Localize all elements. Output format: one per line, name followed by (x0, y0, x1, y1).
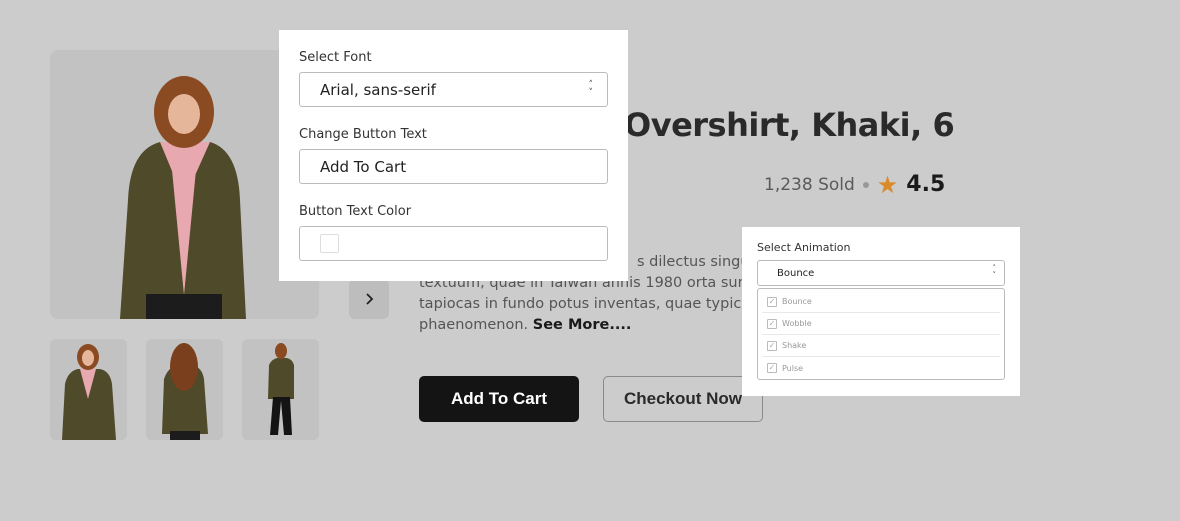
button-color-label: Button Text Color (299, 204, 412, 219)
animation-select[interactable]: Bounce ˄ ˅ (757, 260, 1005, 286)
font-select-value: Arial, sans-serif (320, 80, 436, 99)
select-animation-label: Select Animation (757, 241, 851, 254)
add-to-cart-button[interactable]: Add To Cart (419, 376, 579, 422)
separator-dot (862, 181, 869, 188)
description-line-text: phaenomenon. (419, 317, 529, 333)
check-icon: ✓ (767, 363, 777, 373)
button-text-input[interactable]: Add To Cart (299, 149, 608, 184)
select-font-label: Select Font (299, 50, 372, 65)
font-select[interactable]: Arial, sans-serif ˄ ˅ (299, 72, 608, 107)
thumbnail-photo (146, 339, 223, 440)
checkout-now-button[interactable]: Checkout Now (603, 376, 763, 422)
animation-options-list: ✓ Bounce ✓ Wobble ✓ Shake ✓ Pulse (757, 288, 1005, 380)
sold-rating-row: 1,238 Sold ★ 4.5 (764, 172, 945, 197)
button-color-input[interactable] (299, 226, 608, 261)
animation-panel: Select Animation Bounce ˄ ˅ ✓ Bounce ✓ Wo… (742, 227, 1020, 396)
thumbnail-3[interactable] (242, 339, 319, 440)
sold-count: 1,238 Sold (764, 174, 855, 195)
spinner-icon: ˄ ˅ (992, 264, 997, 279)
check-icon: ✓ (767, 340, 777, 351)
thumbnail-photo (242, 339, 319, 440)
description-line: tapiocas in fundo potus inventas, quae t… (419, 296, 779, 312)
button-text-value: Add To Cart (320, 157, 407, 176)
animation-option-label: Bounce (782, 297, 812, 306)
rating-value: 4.5 (906, 172, 946, 197)
color-swatch[interactable] (320, 234, 339, 253)
star-icon: ★ (876, 170, 899, 199)
thumbnail-2[interactable] (146, 339, 223, 440)
animation-option[interactable]: ✓ Wobble (762, 313, 1000, 335)
button-text-label: Change Button Text (299, 127, 427, 142)
gallery-next-button[interactable] (349, 279, 389, 319)
animation-option[interactable]: ✓ Shake (762, 335, 1000, 357)
chevron-right-icon (366, 293, 374, 305)
product-title: Overshirt, Khaki, 6 (624, 106, 955, 144)
check-icon: ✓ (767, 296, 777, 307)
animation-option-label: Shake (782, 341, 807, 350)
animation-option[interactable]: ✓ Bounce (762, 291, 1000, 313)
animation-select-value: Bounce (777, 267, 815, 279)
check-icon: ✓ (767, 318, 777, 329)
animation-option[interactable]: ✓ Pulse (762, 357, 1000, 379)
spinner-icon: ˄ ˅ (588, 80, 594, 98)
description-line: phaenomenon. See More.... (419, 315, 779, 336)
animation-option-label: Pulse (782, 363, 804, 373)
thumbnail-photo (50, 339, 127, 440)
animation-option-label: Wobble (782, 319, 812, 328)
button-settings-panel: Select Font Arial, sans-serif ˄ ˅ Change … (279, 30, 628, 281)
see-more-link[interactable]: See More.... (533, 317, 632, 333)
thumbnail-1[interactable] (50, 339, 127, 440)
